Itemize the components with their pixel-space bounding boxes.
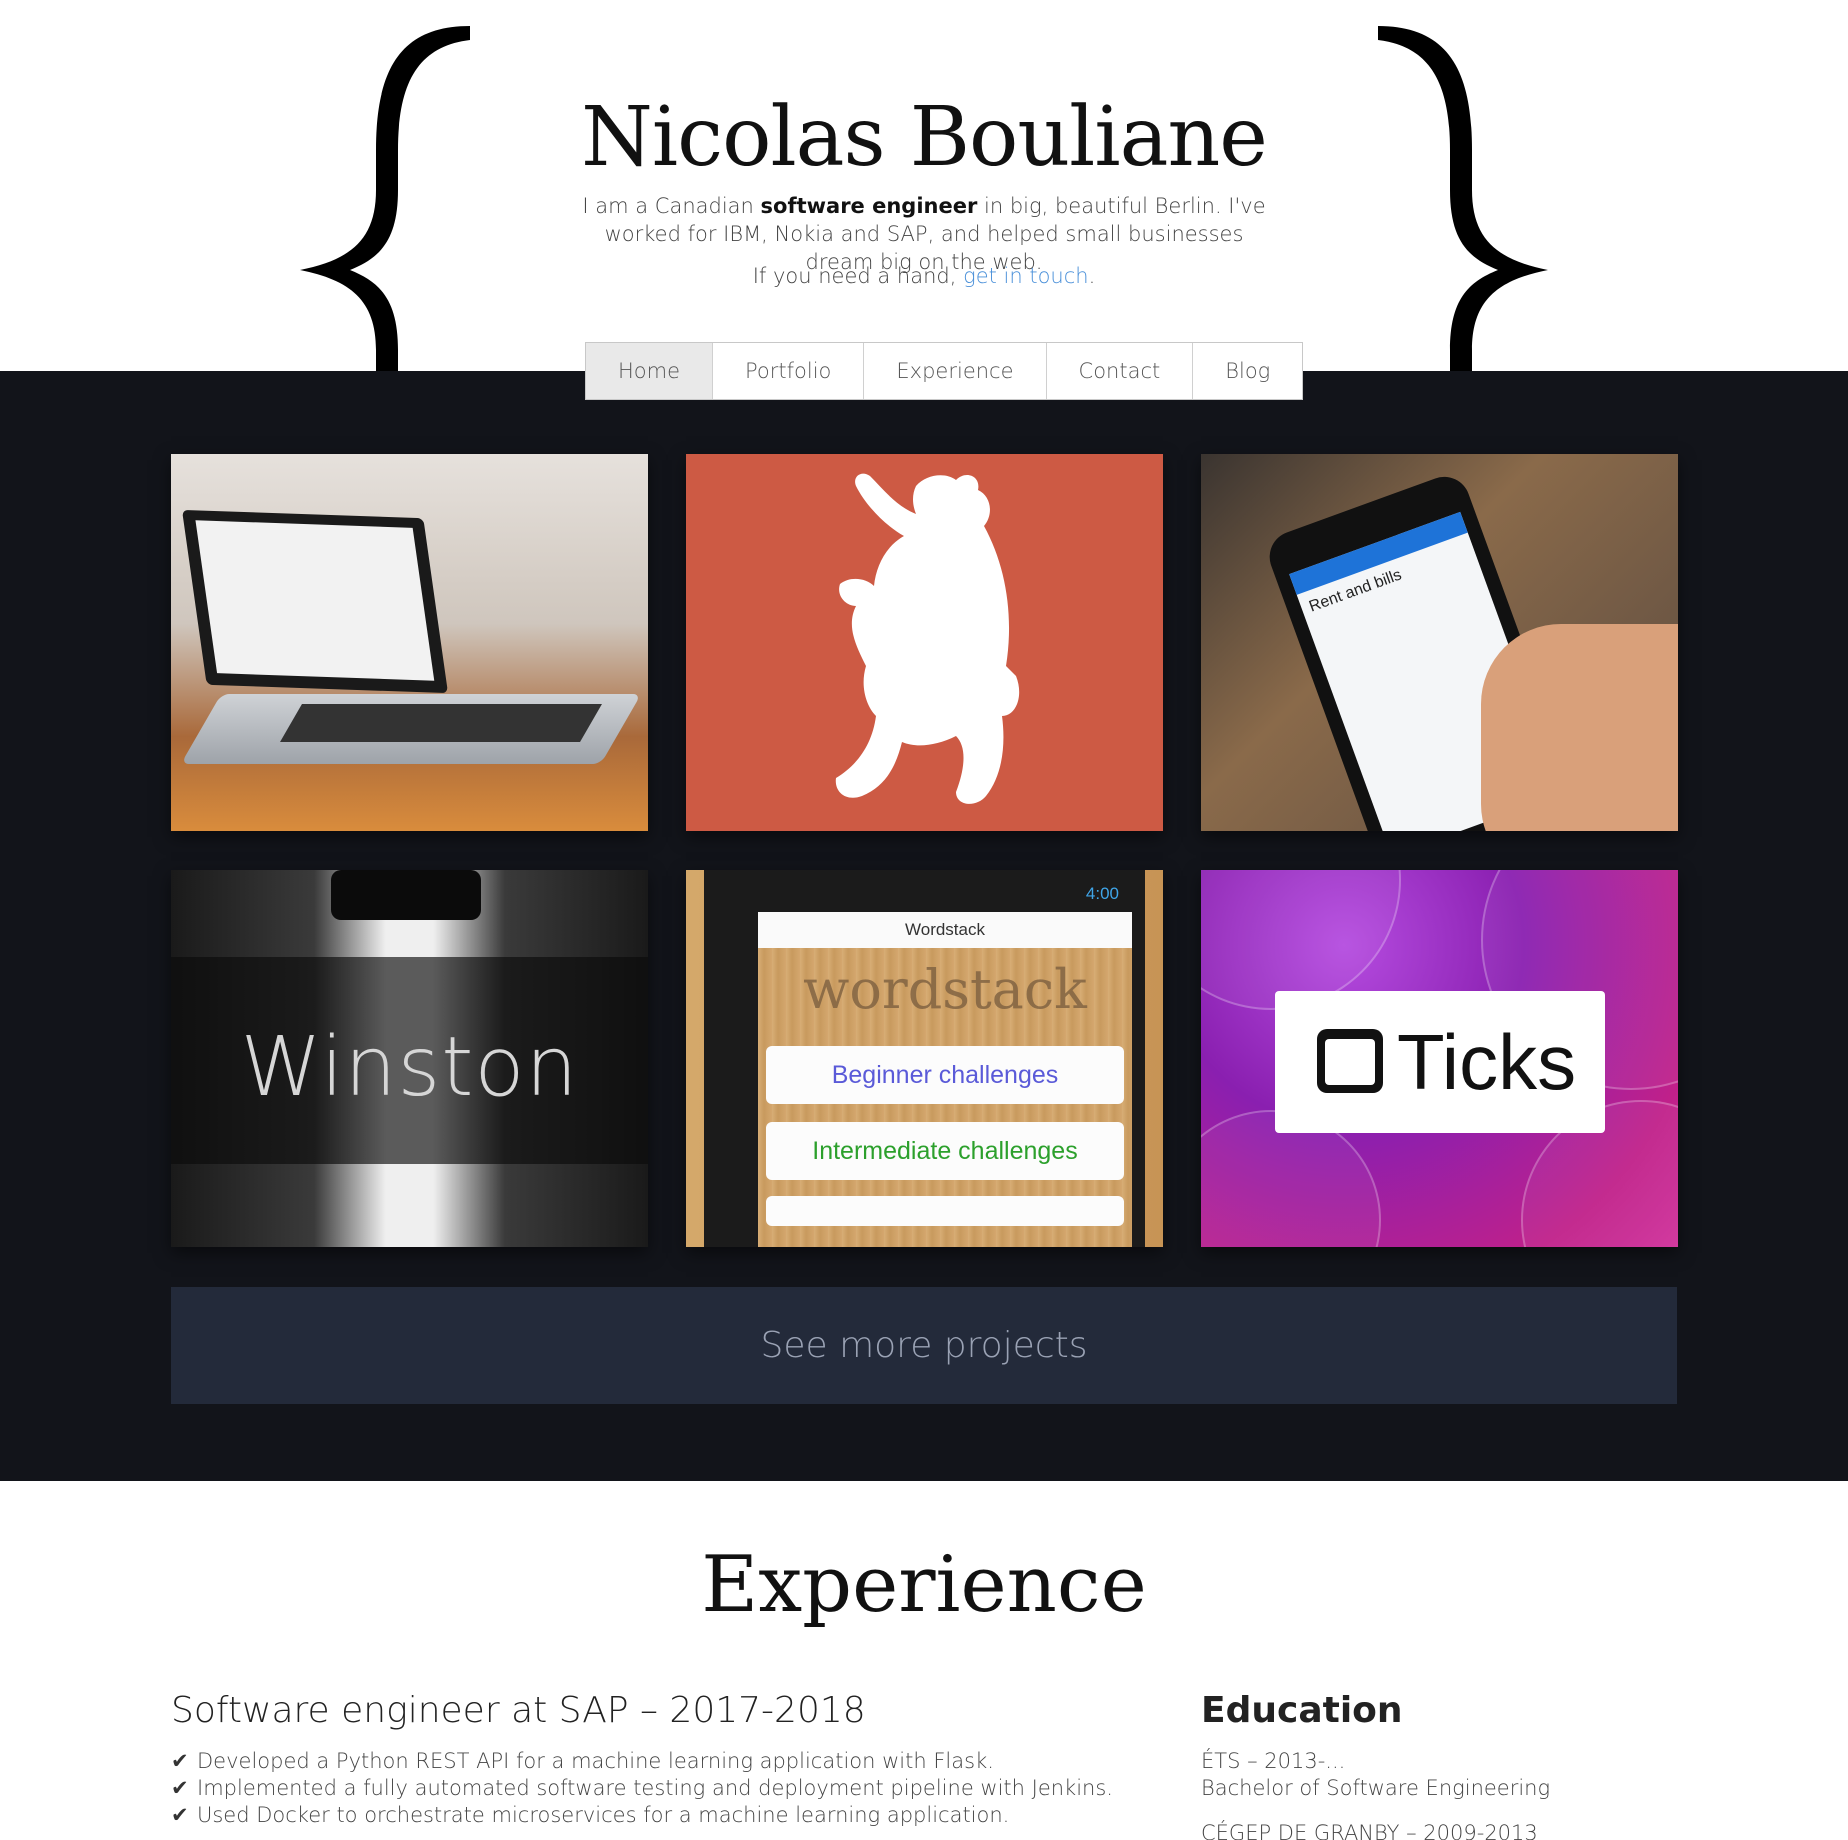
hand-before: If you need a hand, [752,264,964,288]
ticks-label: Ticks [1397,1018,1577,1106]
job-bullet: ✔ Used Docker to orchestrate microservice… [171,1802,1113,1829]
android-device: 4:00 Wordstack wordstack Beginner challe… [704,870,1145,1247]
site-owner-name: Nicolas Bouliane [581,90,1268,185]
clock-face [1325,1039,1375,1085]
bowtie-graphic [331,870,481,920]
nav-contact[interactable]: Contact [1047,343,1194,399]
beginner-challenges-button: Beginner challenges [766,1046,1124,1104]
checkmark-icon: ✔ [171,1803,189,1827]
see-more-projects-button[interactable]: See more projects [171,1287,1677,1404]
job-bullet-text: Implemented a fully automated software t… [197,1776,1113,1800]
intro-bold: software engineer [760,194,978,218]
hand-holding-phone [1481,624,1678,831]
right-brace-icon [1378,26,1548,371]
left-brace-icon [300,26,470,371]
education-school: CÉGEP DE GRANBY – 2009-2013 [1201,1821,1538,1840]
nav-blog[interactable]: Blog [1193,343,1302,399]
nav-experience[interactable]: Experience [864,343,1047,399]
main-nav: Home Portfolio Experience Contact Blog [585,342,1304,400]
portfolio-grid: Rent and bills Winston 4:00 Wordstack wo… [171,454,1678,1247]
bubble-decoration [1201,870,1401,1010]
checkmark-icon: ✔ [171,1749,189,1773]
clock-icon [1317,1029,1383,1093]
nav-portfolio[interactable]: Portfolio [713,343,865,399]
education-degree: Bachelor of Software Engineering [1201,1776,1551,1800]
nav-home[interactable]: Home [586,343,714,399]
laptop-screen-content [195,520,435,681]
job-bullet-text: Developed a Python REST API for a machin… [197,1749,994,1773]
job-bullet: ✔ Developed a Python REST API for a machi… [171,1748,1113,1775]
project-tile-berlin-bear[interactable] [686,454,1163,831]
project-tile-laptop[interactable] [171,454,648,831]
job-bullets: ✔ Developed a Python REST API for a machi… [171,1748,1113,1829]
intermediate-challenges-button: Intermediate challenges [766,1122,1124,1180]
advanced-challenges-button [766,1196,1124,1226]
job-bullet: ✔ Implemented a fully automated software … [171,1775,1113,1802]
contact-prompt: If you need a hand, get in touch. [0,264,1848,288]
intro-before: I am a Canadian [582,194,761,218]
wordstack-logo: wordstack [803,958,1087,1021]
job-title: Software engineer at SAP – 2017-2018 [171,1690,866,1731]
wordstack-wood-bg: wordstack Beginner challenges Intermedia… [758,948,1132,1247]
portfolio-section: Rent and bills Winston 4:00 Wordstack wo… [0,371,1848,1481]
education-heading: Education [1201,1690,1403,1731]
project-tile-ticks[interactable]: Ticks [1201,870,1678,1247]
header: Nicolas Bouliane I am a Canadian softwar… [0,0,1848,371]
status-bar-time: 4:00 [1085,884,1119,903]
right-brace-decoration [1368,0,1568,371]
left-brace-decoration [280,0,480,371]
job-bullet-text: Used Docker to orchestrate microservices… [197,1803,1010,1827]
experience-heading: Experience [701,1540,1147,1630]
wordstack-app-bar: Wordstack [758,912,1132,948]
laptop-keyboard [280,704,602,742]
hand-after: . [1088,264,1096,288]
project-tile-winston[interactable]: Winston [171,870,648,1247]
education-list: ÉTS – 2013-... Bachelor of Software Engi… [1201,1748,1550,1840]
education-school: ÉTS – 2013-... [1201,1749,1346,1773]
laptop-screen [181,509,449,694]
get-in-touch-link[interactable]: get in touch [963,264,1089,288]
ticks-logo-card: Ticks [1275,991,1605,1133]
project-tile-bill-splitter[interactable]: Rent and bills [1201,454,1678,831]
berlin-bear-icon [835,473,1020,804]
project-tile-wordstack[interactable]: 4:00 Wordstack wordstack Beginner challe… [686,870,1163,1247]
winston-label: Winston [240,1020,579,1115]
checkmark-icon: ✔ [171,1776,189,1800]
